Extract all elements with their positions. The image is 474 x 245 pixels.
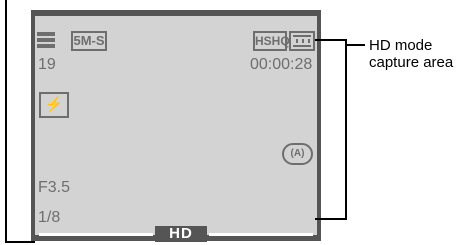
hd-line-right: [209, 233, 313, 236]
right-bracket-vertical: [345, 39, 347, 220]
hd-banner: HD: [155, 226, 207, 242]
left-bracket-bottom: [5, 241, 35, 243]
camera-lcd-display: 5M-S HSHQ 19 00:00:28 ⚡ (A) F3.5 1/8 HD: [31, 10, 321, 242]
hd-line-left: [39, 233, 153, 236]
flash-off-icon: ⚡: [39, 92, 69, 118]
callout-line-2: capture area: [369, 54, 454, 71]
film-mode-icon: [289, 31, 315, 51]
resolution-badge: 5M-S: [71, 31, 107, 51]
callout-leader-line: [347, 44, 365, 46]
shot-count: 19: [38, 56, 56, 73]
left-bracket-top: [5, 0, 7, 243]
recording-time: 00:00:28: [250, 56, 313, 73]
shooting-mode-icon: [37, 31, 59, 48]
shutter-speed: 1/8: [38, 209, 61, 226]
right-bracket-top: [315, 39, 347, 41]
callout-line-1: HD mode: [369, 37, 433, 54]
image-stabilizer-icon: (A): [282, 143, 313, 165]
quality-badge: HSHQ: [253, 31, 290, 51]
aperture-value: F3.5: [38, 179, 71, 196]
right-bracket-bottom: [315, 218, 347, 220]
hd-mode-callout: HD mode capture area: [369, 37, 453, 71]
